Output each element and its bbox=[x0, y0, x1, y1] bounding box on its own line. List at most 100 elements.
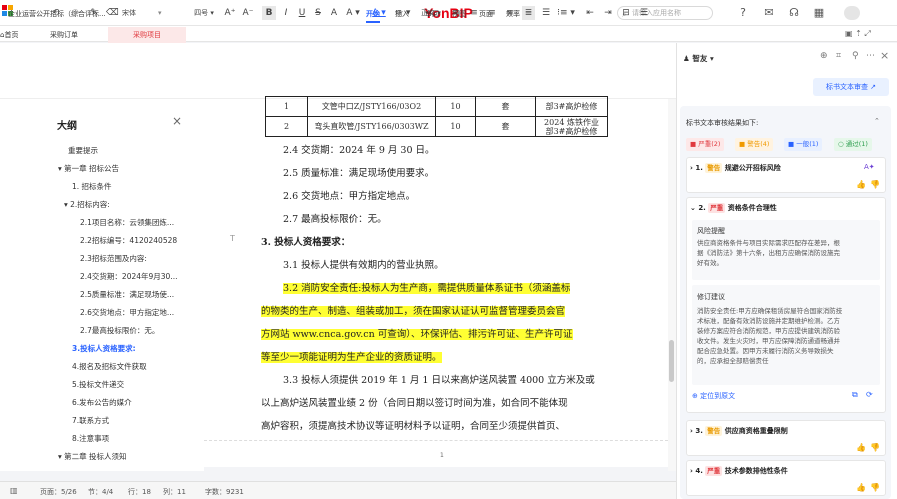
thumbs-down-icon[interactable]: 👎 bbox=[870, 180, 880, 189]
thumbs-up-icon[interactable]: 👍 bbox=[856, 443, 866, 452]
scrollbar-thumb[interactable] bbox=[669, 340, 674, 382]
outline-item[interactable]: 7.联系方式 bbox=[72, 415, 109, 426]
clear-format-icon[interactable]: ⌫ bbox=[106, 6, 119, 20]
outline-item[interactable]: 2.4交货期：2024年9月30... bbox=[80, 271, 177, 282]
tab-purchase-order[interactable]: 采购订单 bbox=[50, 27, 78, 43]
doc-line-highlighted: 等至少一项能证明为生产企业的资质证明。 bbox=[261, 352, 442, 363]
bold-icon[interactable]: B bbox=[262, 6, 276, 20]
indent-increase-icon[interactable]: ⇥ bbox=[602, 6, 614, 20]
table-cell: 2 bbox=[265, 116, 308, 137]
outline-item[interactable]: 2.1项目名称：云领集团炼... bbox=[80, 217, 174, 228]
align-center-icon[interactable]: ≡ bbox=[468, 6, 480, 20]
redo-icon[interactable]: ↷ bbox=[70, 6, 82, 20]
notification-icon[interactable]: ☊ bbox=[787, 6, 801, 20]
thumbs-down-icon[interactable]: 👎 bbox=[870, 443, 880, 452]
close-icon[interactable]: × bbox=[172, 114, 182, 128]
status-page: 页面：5/26 bbox=[40, 488, 77, 496]
outline-item[interactable]: 6.发布公告的媒介 bbox=[72, 397, 132, 408]
history-icon[interactable]: ⌗ bbox=[836, 51, 841, 61]
font-shrink-icon[interactable]: A⁻ bbox=[242, 6, 254, 20]
review-item-title[interactable]: › 1. 警告 规避公开招标风险 bbox=[690, 163, 781, 173]
ai-icon[interactable]: A✦ bbox=[864, 163, 875, 171]
doc-line-highlighted: 3.2 消防安全责任:投标人为生产商，需提供质量体系证书（须涵盖标 bbox=[283, 283, 571, 294]
align-right-icon[interactable]: ≡ bbox=[486, 6, 498, 20]
thumbs-up-icon[interactable]: 👍 bbox=[856, 483, 866, 492]
tab-purchase-project[interactable]: 采购项目 bbox=[108, 27, 186, 43]
filter-normal[interactable]: ■ 一般(1) bbox=[784, 138, 823, 151]
help-icon[interactable]: ? bbox=[736, 6, 750, 20]
font-size-select[interactable]: 四号 ▾ bbox=[188, 6, 220, 20]
risk-title: 风险提醒 bbox=[697, 227, 725, 235]
outline-item[interactable]: 2.3招标范围及内容: bbox=[80, 253, 147, 264]
outline-item[interactable]: 重要提示 bbox=[68, 145, 98, 156]
outline-item[interactable]: 2.5质量标准：满足现场使... bbox=[80, 289, 174, 300]
outline-item[interactable]: ▾ 第一章 招标公告 bbox=[58, 163, 119, 174]
italic-icon[interactable]: I bbox=[280, 6, 292, 20]
superscript-icon[interactable]: A bbox=[328, 6, 340, 20]
table-cell: 弯头直吹管/JSTY166/0303WZ bbox=[307, 116, 436, 137]
copy-icon[interactable]: ⧉ bbox=[852, 390, 858, 400]
doc-line: 以上高炉送风装置业绩 2 份（合同日期以签订时间为准，如合同不能体现 bbox=[261, 398, 568, 409]
list-icon[interactable]: ⁝≡ ▾ bbox=[556, 6, 576, 20]
new-chat-icon[interactable]: ⊕ bbox=[820, 51, 828, 61]
filter-passed[interactable]: ○ 通过(1) bbox=[834, 138, 872, 151]
style-select[interactable]: 正文 ▾ bbox=[418, 6, 444, 20]
filter-critical[interactable]: ■ 严重(2) bbox=[686, 138, 725, 151]
vertical-scrollbar[interactable] bbox=[668, 99, 676, 471]
outline-item-active[interactable]: 3.投标人资格要求: bbox=[72, 343, 136, 354]
replace-icon[interactable]: ⟳ bbox=[866, 390, 873, 399]
doc-line: 2.6 交货地点：甲方指定地点。 bbox=[283, 191, 416, 202]
underline-icon[interactable]: U bbox=[296, 6, 308, 20]
locate-original-link[interactable]: ⊕ 定位到原文 bbox=[692, 391, 735, 401]
message-icon[interactable]: ✉ bbox=[762, 6, 776, 20]
outline-item[interactable]: 8.注意事项 bbox=[72, 433, 109, 444]
outline-item[interactable]: 4.报名及招标文件获取 bbox=[72, 361, 147, 372]
review-item-title[interactable]: › 3. 警告 供应商资格重叠限制 bbox=[690, 426, 788, 436]
tab-home[interactable]: ⌂首页 bbox=[0, 27, 34, 43]
indent-decrease-icon[interactable]: ⇤ bbox=[584, 6, 596, 20]
table-cell: 10 bbox=[435, 116, 476, 137]
parts-table[interactable]: 1 文管中口Z/JSTY166/03O2 10 套 部3#高炉检修 2 弯头直吹… bbox=[265, 96, 608, 137]
distribute-icon[interactable]: ≣ bbox=[522, 6, 535, 20]
font-family-select[interactable]: 宋体 ▾ bbox=[122, 6, 178, 20]
thumbs-up-icon[interactable]: 👍 bbox=[856, 180, 866, 189]
avatar[interactable] bbox=[844, 6, 860, 20]
outline-item[interactable]: 2.2招标编号：4120240528 bbox=[80, 235, 177, 246]
collapse-icon[interactable]: ⌃ bbox=[874, 117, 880, 125]
strikethrough-icon[interactable]: S bbox=[312, 6, 324, 20]
filter-warning[interactable]: ■ 警告(4) bbox=[735, 138, 774, 151]
font-grow-icon[interactable]: A⁺ bbox=[224, 6, 236, 20]
highlight-icon[interactable]: ✏ ▾ bbox=[394, 6, 412, 20]
table-row: 2 弯头直吹管/JSTY166/0303WZ 10 套 2024 炼铁作业 部3#… bbox=[265, 116, 608, 137]
status-section: 节：4/4 bbox=[88, 488, 114, 496]
justify-icon[interactable]: ≡ bbox=[504, 6, 516, 20]
review-item-title[interactable]: › 4. 严重 技术参数排他性条件 bbox=[690, 466, 788, 476]
text-color-icon[interactable]: A ▾ bbox=[370, 6, 388, 20]
table-icon[interactable]: ⊟ bbox=[620, 6, 632, 20]
pin-icon[interactable]: ⚲ bbox=[852, 51, 859, 61]
window-controls-icon[interactable]: ▣ ⇡ ⤢ bbox=[845, 29, 871, 39]
fix-text: 消防安全责任:甲方应确保租赁房屋符合国家消防技 术标准，配备有效消防设施并定期维护… bbox=[697, 307, 843, 365]
outline-item[interactable]: 1. 招标条件 bbox=[72, 181, 112, 192]
outline-item[interactable]: 2.6交货地点：甲方指定地... bbox=[80, 307, 174, 318]
more-options-icon[interactable]: ⋯ bbox=[866, 51, 875, 61]
outline-item[interactable]: 2.7最高投标限价：无。 bbox=[80, 325, 159, 336]
outline-item[interactable]: 5.投标文件递交 bbox=[72, 379, 124, 390]
font-color-icon[interactable]: A ▾ bbox=[344, 6, 362, 20]
table-cell: 套 bbox=[475, 116, 536, 137]
outline-item[interactable]: ▾ 2.招标内容: bbox=[64, 199, 110, 210]
line-spacing-icon[interactable]: ☰ bbox=[540, 6, 552, 20]
review-result-title: 标书文本审核结果如下: bbox=[686, 119, 759, 127]
more-icon[interactable]: ☰ bbox=[638, 6, 650, 20]
agent-select[interactable]: ♟ 智友 ▾ bbox=[683, 53, 714, 64]
outline-item[interactable]: ▾ 第二章 投标人须知 bbox=[58, 451, 127, 462]
undo-icon[interactable]: ↶ bbox=[50, 6, 62, 20]
text-review-button[interactable]: 标书文本审查 ↗ bbox=[813, 78, 889, 96]
layout-icon[interactable]: ▥ bbox=[10, 486, 18, 495]
close-panel-icon[interactable]: × bbox=[880, 49, 889, 62]
format-painter-icon[interactable]: ✎ bbox=[88, 6, 100, 20]
calendar-icon[interactable]: ▦ bbox=[812, 6, 826, 20]
align-left-icon[interactable]: ≡ bbox=[450, 6, 462, 20]
review-item-title[interactable]: ⌄ 2. 严重 资格条件合理性 bbox=[690, 203, 777, 213]
thumbs-down-icon[interactable]: 👎 bbox=[870, 483, 880, 492]
